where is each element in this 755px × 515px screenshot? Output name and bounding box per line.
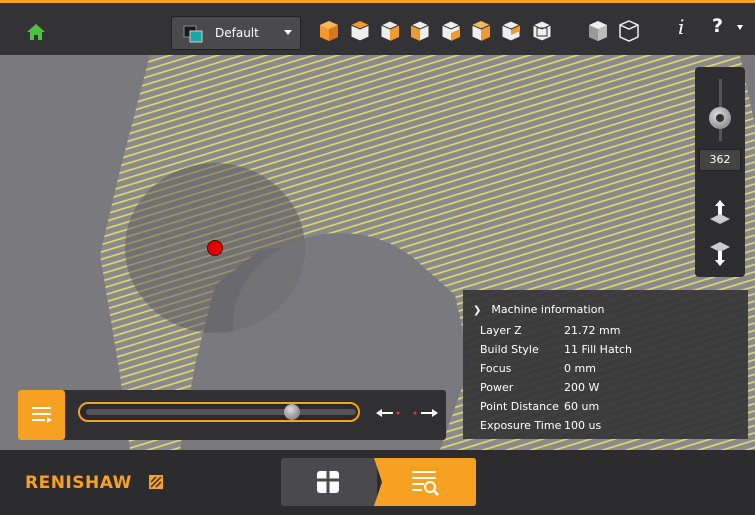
top-toolbar: Default i ? xyxy=(0,0,755,55)
laser-position-marker xyxy=(207,240,223,256)
info-value: 21.72 mm xyxy=(564,324,621,337)
info-key: Build Style xyxy=(480,343,539,356)
app-window: Default i ? 362 ❯ Machine information La… xyxy=(0,0,755,515)
tab-layout-view[interactable] xyxy=(281,458,377,506)
scan-progress-track xyxy=(86,409,356,415)
step-forward-icon[interactable] xyxy=(411,406,439,420)
iso-view-cube-icon[interactable] xyxy=(470,19,492,43)
info-key: Point Distance xyxy=(480,400,559,413)
bottom-bar: RENISHAW xyxy=(0,450,755,515)
machine-info-panel: ❯ Machine information Layer Z 21.72 mm Bui… xyxy=(463,290,748,439)
scan-progress-thumb[interactable] xyxy=(284,404,300,420)
view-preset-label: Default xyxy=(215,26,259,40)
front-view-cube-icon[interactable] xyxy=(318,19,340,43)
tab-layer-review[interactable] xyxy=(374,458,476,506)
right-view-cube-icon[interactable] xyxy=(379,19,401,43)
view-preset-dropdown[interactable]: Default xyxy=(171,16,301,50)
back-view-cube-icon[interactable] xyxy=(409,19,431,43)
left-view-cube-icon[interactable] xyxy=(440,19,462,43)
info-value: 11 Fill Hatch xyxy=(564,343,633,356)
scan-playback-bar xyxy=(18,390,446,440)
chevron-down-icon[interactable] xyxy=(737,25,743,30)
info-value: 60 um xyxy=(564,400,600,413)
orthographic-cube-icon[interactable] xyxy=(587,19,609,43)
info-key: Focus xyxy=(480,362,512,375)
help-button[interactable]: ? xyxy=(712,15,723,37)
scan-order-icon xyxy=(32,407,52,423)
layer-zoom-panel: 362 xyxy=(695,67,745,277)
layer-up-icon[interactable] xyxy=(707,197,733,227)
machine-info-header[interactable]: ❯ Machine information xyxy=(473,303,604,316)
top-view-cube-icon[interactable] xyxy=(349,19,371,43)
info-key: Power xyxy=(480,381,514,394)
renishaw-logo-mark xyxy=(149,475,163,489)
step-back-icon[interactable] xyxy=(375,406,403,420)
perspective-cube-icon[interactable] xyxy=(531,19,553,43)
info-key: Layer Z xyxy=(480,324,522,337)
info-value: 100 us xyxy=(564,419,602,432)
chevron-down-icon[interactable]: ❯ xyxy=(473,305,481,316)
view-preset-icon xyxy=(183,25,203,43)
bottom-view-cube-icon[interactable] xyxy=(500,19,522,43)
layer-number-field[interactable]: 362 xyxy=(699,149,741,171)
zoom-slider-thumb[interactable] xyxy=(709,107,731,129)
home-icon[interactable] xyxy=(26,23,46,41)
scan-progress-slider[interactable] xyxy=(78,402,360,422)
renishaw-logo: RENISHAW xyxy=(25,473,132,493)
layer-down-icon[interactable] xyxy=(707,239,733,269)
machine-info-title: Machine information xyxy=(491,303,605,316)
wireframe-cube-icon[interactable] xyxy=(618,19,640,43)
scan-order-button[interactable] xyxy=(18,390,65,440)
info-button[interactable]: i xyxy=(678,15,684,39)
info-key: Exposure Time xyxy=(480,419,562,432)
info-value: 200 W xyxy=(564,381,600,394)
chevron-down-icon xyxy=(284,30,292,35)
info-value: 0 mm xyxy=(564,362,596,375)
